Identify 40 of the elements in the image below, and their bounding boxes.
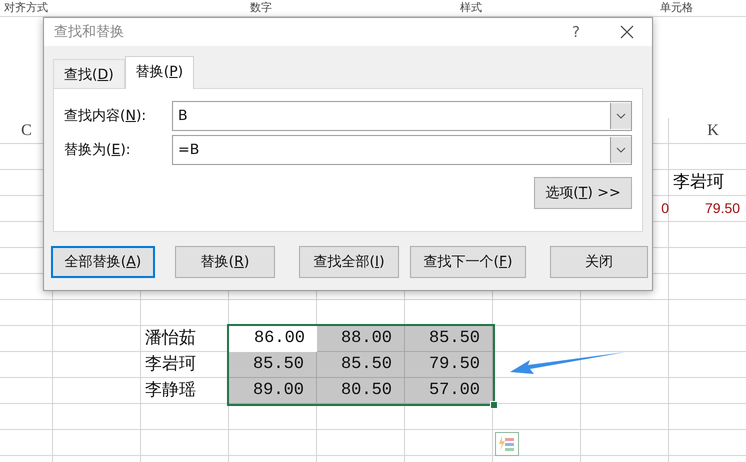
ribbon-group-label: 对齐方式: [4, 1, 48, 14]
column-header[interactable]: K: [669, 118, 746, 143]
dialog-button[interactable]: 查找全部(I): [299, 246, 399, 278]
table-cell: 86.00: [229, 326, 317, 352]
dialog-title: 查找和替换: [54, 23, 125, 41]
dialog-button[interactable]: 查找下一个(F): [410, 246, 526, 278]
table-cell: 79.50: [405, 352, 493, 378]
table-cell-text: 李静瑶: [144, 379, 197, 402]
dropdown-button[interactable]: [610, 137, 631, 163]
chevron-down-icon: [616, 113, 626, 119]
dropdown-button[interactable]: [610, 103, 631, 129]
table-cell: 80.50: [317, 378, 405, 404]
table-cell-text: 李岩珂: [672, 171, 725, 194]
table-cell-text: 李岩珂: [144, 353, 197, 376]
table-cell: 85.50: [229, 352, 317, 378]
combo-field[interactable]: B: [172, 101, 632, 131]
dialog-button[interactable]: 替换(R): [175, 246, 275, 278]
close-icon[interactable]: [620, 25, 634, 39]
table-cell-text: 79.50: [704, 199, 742, 218]
ribbon-group-label: 单元格: [660, 1, 693, 14]
dialog-tab[interactable]: 替换(P): [124, 56, 194, 89]
table-cell: 85.50: [405, 326, 493, 352]
table-cell: 85.50: [317, 352, 405, 378]
ribbon-group-label: 数字: [250, 1, 272, 14]
table-cell: 89.00: [229, 378, 317, 404]
table-cell: 57.00: [405, 378, 493, 404]
ribbon-group-label: 样式: [460, 1, 482, 14]
table-cell-text: 潘怡茹: [144, 327, 197, 350]
field-label: 查找内容(N):: [64, 107, 148, 125]
options-button[interactable]: 选项(T) >>: [534, 177, 632, 209]
help-button[interactable]: ?: [572, 23, 580, 41]
table-cell-text: 0: [660, 199, 669, 218]
combo-field[interactable]: =B: [172, 135, 632, 165]
chevron-down-icon: [616, 147, 626, 153]
dialog-tab[interactable]: 查找(D): [53, 59, 125, 88]
field-label: 替换为(E):: [64, 141, 132, 159]
quick-analysis-icon[interactable]: [495, 432, 519, 456]
dialog-button[interactable]: 关闭: [550, 246, 648, 278]
table-cell: 88.00: [317, 326, 405, 352]
dialog-button[interactable]: 全部替换(A): [51, 246, 155, 278]
